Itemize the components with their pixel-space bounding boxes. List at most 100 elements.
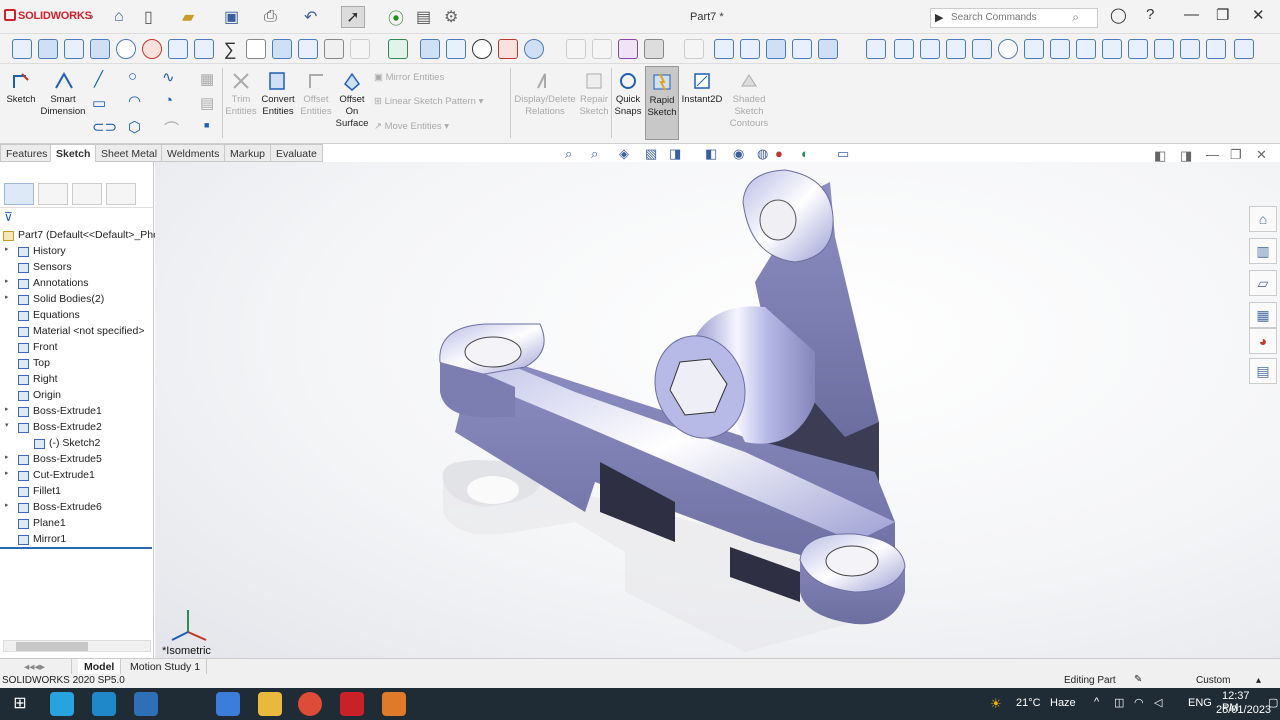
tab-markup[interactable]: Markup bbox=[224, 144, 272, 162]
edge-browser-icon[interactable] bbox=[50, 692, 74, 716]
volume-icon[interactable]: ◁ bbox=[1154, 696, 1162, 709]
offset-on-surface-button[interactable]: Offset On Surface bbox=[334, 70, 370, 130]
open-folder-icon[interactable]: ▰ bbox=[182, 6, 194, 28]
check-shape-icon[interactable] bbox=[168, 39, 188, 59]
table-tool-icon[interactable] bbox=[388, 39, 408, 59]
options-gear-icon[interactable]: ⚙ bbox=[444, 6, 458, 28]
expand-arrow-icon[interactable]: ▸ bbox=[5, 245, 9, 253]
expand-arrow-icon[interactable]: ▸ bbox=[5, 469, 9, 477]
expand-arrow-icon[interactable]: ▸ bbox=[5, 277, 9, 285]
file-explorer-taskbar-icon[interactable] bbox=[258, 692, 282, 716]
print-icon[interactable]: ⎙ bbox=[264, 6, 277, 28]
offset-entities-button[interactable]: Offset Entities bbox=[298, 70, 334, 118]
dimxpert-tab-icon[interactable] bbox=[106, 183, 136, 205]
apply-scene-icon[interactable]: ◐ bbox=[801, 146, 809, 161]
polygon-icon[interactable]: ⬡ bbox=[128, 118, 141, 136]
axis-filter-icon[interactable] bbox=[866, 39, 886, 59]
windows-start-icon[interactable]: ⊞ bbox=[8, 692, 32, 716]
face-filter-icon[interactable] bbox=[766, 39, 786, 59]
viewport-restore-icon[interactable]: ❐ bbox=[1230, 147, 1242, 163]
section-view-icon[interactable]: ▧ bbox=[645, 146, 657, 162]
language-text[interactable]: ENG bbox=[1188, 697, 1212, 709]
verify-icon[interactable] bbox=[194, 39, 214, 59]
smart-dimension-button[interactable]: Smart Dimension bbox=[40, 70, 86, 118]
solidworks-taskbar-icon[interactable] bbox=[340, 692, 364, 716]
circle-icon[interactable]: ○ bbox=[128, 68, 137, 85]
instant2d-button[interactable]: Instant2D bbox=[681, 70, 723, 106]
linear-pattern-icon[interactable] bbox=[298, 39, 318, 59]
account-icon[interactable]: ◯ bbox=[1110, 6, 1127, 24]
mirror-icon[interactable] bbox=[272, 39, 292, 59]
clock-date[interactable]: 25/01/2023 bbox=[1216, 704, 1271, 716]
vertex-filter-icon[interactable] bbox=[714, 39, 734, 59]
viewport-minimize-icon[interactable]: — bbox=[1206, 147, 1219, 162]
rebuild-traffic-light-icon[interactable]: ⦿ bbox=[388, 6, 404, 28]
previous-view-icon[interactable]: ◈ bbox=[619, 146, 629, 162]
notifications-icon[interactable]: ▢ bbox=[1268, 696, 1278, 709]
appearances-icon[interactable]: ◕ bbox=[1249, 328, 1277, 354]
expand-arrow-icon[interactable]: ▸ bbox=[5, 405, 9, 413]
expand-arrow-icon[interactable]: ▸ bbox=[5, 453, 9, 461]
select-tool-icon[interactable] bbox=[644, 39, 664, 59]
copy-entities-icon[interactable] bbox=[324, 39, 344, 59]
edit-appearance-icon[interactable]: ◍ bbox=[757, 146, 768, 162]
file-explorer-icon[interactable]: ▱ bbox=[1249, 270, 1277, 296]
calculator-icon[interactable] bbox=[216, 692, 240, 716]
weather-icon[interactable]: ☀ bbox=[990, 696, 1002, 712]
viewport-right-toggle-icon[interactable]: ◨ bbox=[1180, 148, 1192, 164]
feature-tree-tab-icon[interactable] bbox=[4, 183, 34, 205]
search-icon[interactable]: ⌕ bbox=[1072, 10, 1079, 25]
configuration-manager-tab-icon[interactable] bbox=[72, 183, 102, 205]
sketch-filter-icon[interactable] bbox=[920, 39, 940, 59]
arc-icon[interactable]: ◠ bbox=[128, 92, 141, 110]
spelling-check-icon[interactable] bbox=[12, 39, 32, 59]
status-dropdown-icon[interactable]: ▴ bbox=[1256, 675, 1261, 686]
balloon-filter-icon[interactable] bbox=[1206, 39, 1226, 59]
expand-arrow-icon[interactable]: ▸ bbox=[5, 501, 9, 509]
recorder-icon[interactable] bbox=[382, 692, 406, 716]
quick-snaps-button[interactable]: Quick Snaps bbox=[612, 70, 644, 118]
shaded-sketch-contours-button[interactable]: Shaded Sketch Contours bbox=[726, 70, 772, 130]
tab-sheet-metal[interactable]: Sheet Metal bbox=[95, 144, 164, 162]
hide-show-items-icon[interactable]: ◉ bbox=[733, 146, 744, 162]
tab-model[interactable]: Model bbox=[78, 659, 122, 675]
note-filter-icon[interactable] bbox=[1102, 39, 1122, 59]
dimension-filter-icon[interactable] bbox=[946, 39, 966, 59]
display-delete-relations-button[interactable]: Display/Delete Relations bbox=[512, 70, 578, 118]
cortana-icon[interactable] bbox=[92, 692, 116, 716]
hole-filter-icon[interactable] bbox=[1180, 39, 1200, 59]
select-arrow-icon[interactable]: ➚ bbox=[341, 6, 365, 28]
design-library-icon[interactable]: ▥ bbox=[1249, 238, 1277, 264]
mirror-entities-button[interactable]: ▣ Mirror Entities bbox=[374, 72, 444, 84]
point-icon[interactable]: ■ bbox=[204, 120, 209, 130]
solid-filter-icon[interactable] bbox=[818, 39, 838, 59]
vscode-icon[interactable] bbox=[134, 692, 158, 716]
viewport-left-toggle-icon[interactable]: ◧ bbox=[1154, 148, 1166, 164]
graphics-area[interactable] bbox=[155, 162, 1280, 659]
minimize-icon[interactable]: — bbox=[1184, 6, 1199, 23]
expand-arrow-icon[interactable]: ▸ bbox=[5, 293, 9, 301]
curvature-icon[interactable] bbox=[90, 39, 110, 59]
weld-filter-icon[interactable] bbox=[1076, 39, 1096, 59]
appearance-icon[interactable] bbox=[524, 39, 544, 59]
section-view-icon[interactable] bbox=[446, 39, 466, 59]
search-commands-field[interactable]: ▶ Search Commands ⌕ bbox=[930, 8, 1098, 28]
measure-icon[interactable] bbox=[246, 39, 266, 59]
menu-expand-icon[interactable]: › bbox=[90, 6, 94, 28]
filter-faces-icon[interactable] bbox=[592, 39, 612, 59]
help-icon[interactable]: ? bbox=[1146, 6, 1154, 23]
confirm-check-icon[interactable] bbox=[472, 39, 492, 59]
repair-sketch-button[interactable]: Repair Sketch bbox=[578, 70, 610, 118]
straight-slot-icon[interactable]: ⊂⊃ bbox=[92, 118, 117, 136]
datum-filter-icon[interactable] bbox=[1050, 39, 1070, 59]
pointer-icon[interactable] bbox=[684, 39, 704, 59]
sketch-button[interactable]: Sketch bbox=[4, 70, 38, 106]
fillet-sketch-icon[interactable]: ◔ bbox=[164, 92, 173, 109]
rectangle-icon[interactable]: ▭ bbox=[92, 94, 106, 112]
rebuild-status-icon[interactable]: ✎ bbox=[1134, 674, 1142, 685]
error-check-icon[interactable] bbox=[142, 39, 162, 59]
cosmetic-thread-filter-icon[interactable] bbox=[1234, 39, 1254, 59]
solidworks-resources-icon[interactable]: ⌂ bbox=[1249, 206, 1277, 232]
close-icon[interactable]: ✕ bbox=[1252, 6, 1265, 24]
filter-tree-icon[interactable]: ⊽ bbox=[4, 210, 13, 224]
